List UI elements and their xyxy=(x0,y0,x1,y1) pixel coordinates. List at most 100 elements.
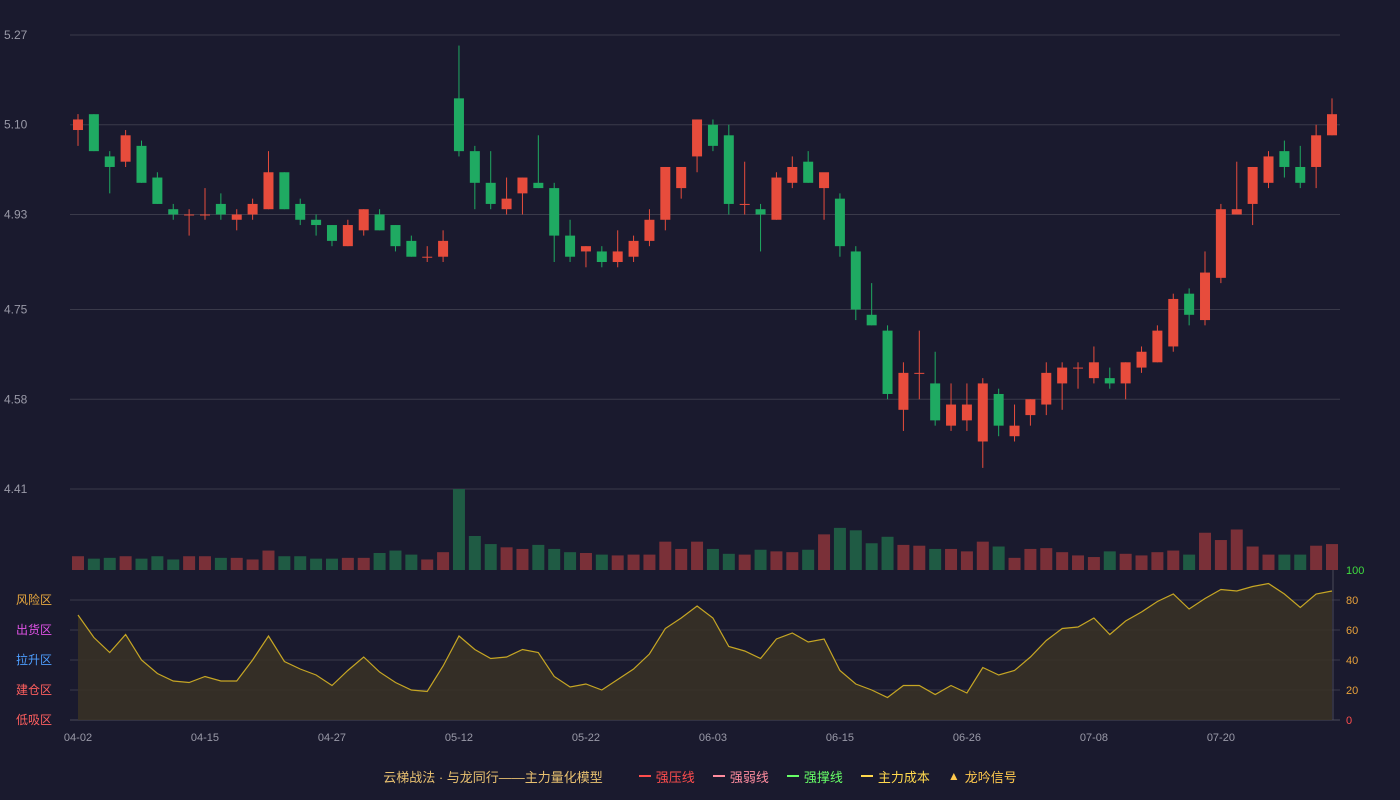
volume-bar xyxy=(992,546,1005,570)
price-tick-label: 4.75 xyxy=(4,303,28,317)
volume-bar xyxy=(1040,548,1053,570)
indicator-tick-label: 100 xyxy=(1346,565,1364,577)
volume-bar xyxy=(691,541,704,570)
x-tick-label: 06-03 xyxy=(699,732,727,744)
price-tick-label: 5.10 xyxy=(4,118,28,132)
candle-body xyxy=(739,203,750,205)
candle-body xyxy=(612,251,623,262)
volume-bar xyxy=(1056,552,1069,570)
volume-bar xyxy=(1326,544,1338,570)
volume-bar xyxy=(738,554,751,570)
volume-bar xyxy=(754,549,767,570)
volume-bar xyxy=(214,557,227,570)
legend-label: 强撑线 xyxy=(803,769,843,785)
candle-body xyxy=(723,135,734,204)
volume-bar xyxy=(183,556,196,570)
volume-bar xyxy=(198,556,211,570)
volume-bar xyxy=(532,544,545,570)
candle-body xyxy=(168,209,179,215)
legend-label: 龙吟信号 xyxy=(964,769,1017,785)
volume-bar xyxy=(135,558,148,570)
candle-body xyxy=(755,209,766,215)
volume-bar xyxy=(1135,555,1148,570)
candle-body xyxy=(104,156,115,167)
zone-label: 建仓区 xyxy=(16,683,52,697)
legend-item[interactable]: 强撑线 xyxy=(786,767,843,786)
candle-body xyxy=(803,161,814,183)
legend-item[interactable]: ▲ 龙吟信号 xyxy=(948,767,1017,786)
x-tick-label: 06-26 xyxy=(953,732,981,744)
volume-bar xyxy=(818,534,831,570)
volume-bar xyxy=(706,548,719,570)
volume-bar xyxy=(1294,554,1307,570)
candle-body xyxy=(342,225,353,247)
candle-body xyxy=(1120,362,1131,384)
candle-body xyxy=(247,203,258,215)
candle-body xyxy=(1231,209,1242,215)
volume-bar xyxy=(373,552,386,570)
x-tick-label: 04-15 xyxy=(191,732,219,744)
x-tick-label: 05-22 xyxy=(572,732,600,744)
candle-body xyxy=(977,383,988,442)
candle-body xyxy=(660,166,671,220)
candle-body xyxy=(295,203,306,220)
legend-item[interactable]: 主力成本 xyxy=(860,767,930,786)
candle-body xyxy=(438,240,449,257)
price-tick-label: 5.27 xyxy=(4,28,28,42)
volume-bar xyxy=(341,557,354,570)
candle-body xyxy=(358,209,369,231)
candle-body xyxy=(1152,330,1163,363)
volume-bar xyxy=(627,554,640,570)
candle-body xyxy=(1136,351,1147,368)
candle-body xyxy=(866,314,877,326)
volume-bar xyxy=(945,548,958,570)
volume-bar xyxy=(976,541,989,570)
candle-body xyxy=(1073,367,1084,369)
legend-item[interactable]: 强弱线 xyxy=(712,767,769,786)
legend: 强压线 强弱线 强撑线 主力成本 ▲ 龙吟信号 xyxy=(621,767,1017,786)
candle-body xyxy=(565,235,576,257)
candle-body xyxy=(1088,362,1099,379)
candle-body xyxy=(676,166,687,189)
volume-bar xyxy=(1072,555,1085,570)
zone-label: 拉升区 xyxy=(16,652,52,667)
volume-bar xyxy=(722,553,735,570)
candle-body xyxy=(422,256,433,258)
candle-body xyxy=(263,172,274,210)
candle-body xyxy=(1200,272,1211,321)
volume-bar xyxy=(881,536,894,570)
candle-body xyxy=(326,225,337,241)
candle-body xyxy=(549,188,560,236)
legend-label: 强压线 xyxy=(655,769,695,785)
x-tick-label: 06-15 xyxy=(826,732,854,744)
volume-bar xyxy=(103,557,116,570)
candle-body xyxy=(692,119,703,157)
indicator-tick-label: 0 xyxy=(1346,715,1352,727)
candle-body xyxy=(961,404,972,421)
candle-body xyxy=(1104,378,1115,384)
candle-body xyxy=(930,383,941,421)
volume-bar xyxy=(659,541,672,570)
volume-bar xyxy=(167,559,180,570)
legend-item[interactable]: 强压线 xyxy=(638,767,695,786)
candle-body xyxy=(914,372,925,374)
volume-bar xyxy=(897,544,910,570)
volume-bar xyxy=(913,545,926,570)
candle-body xyxy=(580,246,591,252)
candle-body xyxy=(882,330,893,394)
volume-bar xyxy=(1278,554,1291,570)
candlestick-chart: 4.41 4.58 4.75 4.93 5.10 5.27 0 20 40 60 80 100 风险区出… xyxy=(4,28,1364,744)
volume-bar xyxy=(246,559,259,570)
candle-body xyxy=(850,251,861,310)
volume-bar xyxy=(1087,557,1100,570)
volume-bar xyxy=(1167,550,1180,570)
candle-body xyxy=(279,172,290,210)
candle-body xyxy=(1025,399,1036,416)
candle-body xyxy=(485,182,496,204)
volume-bar xyxy=(278,556,291,570)
x-tick-label: 04-02 xyxy=(64,732,92,744)
candle-body xyxy=(231,214,242,220)
indicator-area xyxy=(78,583,1332,720)
candle-body xyxy=(406,240,417,257)
volume-bar xyxy=(262,550,275,570)
